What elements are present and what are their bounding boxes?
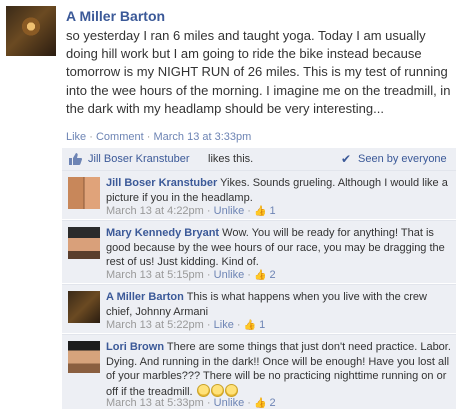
thumbs-up-icon: 👍 bbox=[243, 320, 257, 331]
comment: Mary Kennedy Bryant Wow. You will be rea… bbox=[62, 220, 456, 283]
comment: A Miller Barton This is what happens whe… bbox=[62, 284, 456, 333]
feed-post: A Miller Barton so yesterday I ran 6 mil… bbox=[0, 0, 459, 409]
comment-link[interactable]: Comment bbox=[96, 131, 144, 143]
comment-like-count[interactable]: 1 bbox=[259, 319, 265, 331]
comment-body: A Miller Barton This is what happens whe… bbox=[106, 290, 452, 319]
commenter-name[interactable]: Mary Kennedy Bryant bbox=[106, 227, 219, 239]
thumbs-up-icon: 👍 bbox=[254, 270, 267, 281]
separator: · bbox=[146, 131, 151, 143]
thumbs-up-icon: 👍 bbox=[254, 206, 267, 217]
commenter-avatar[interactable] bbox=[68, 177, 100, 209]
liker-name[interactable]: Jill Boser Kranstuber bbox=[88, 153, 190, 165]
comment-meta: March 13 at 5:22pm · Like · 👍 1 bbox=[106, 319, 265, 331]
unlike-link[interactable]: Unlike bbox=[214, 205, 245, 217]
comment: Jill Boser Kranstuber Yikes. Sounds grue… bbox=[62, 170, 456, 219]
unlike-link[interactable]: Unlike bbox=[214, 397, 245, 409]
comment-like-count[interactable]: 1 bbox=[270, 205, 276, 217]
commenter-avatar[interactable] bbox=[68, 227, 100, 259]
commenter-avatar[interactable] bbox=[68, 291, 100, 323]
laughing-emoji-icon bbox=[196, 383, 210, 397]
separator: · bbox=[206, 397, 211, 409]
comment-meta: March 13 at 5:15pm · Unlike · 👍 2 bbox=[106, 269, 276, 281]
comment-time[interactable]: March 13 at 5:33pm bbox=[106, 397, 204, 409]
comment-time[interactable]: March 13 at 5:22pm bbox=[106, 319, 204, 331]
post-author[interactable]: A Miller Barton bbox=[66, 8, 165, 24]
separator: · bbox=[206, 269, 211, 281]
comment-time[interactable]: March 13 at 5:15pm bbox=[106, 269, 204, 281]
laughing-emoji-icon bbox=[224, 383, 238, 397]
comment-body: Lori Brown There are some things that ju… bbox=[106, 340, 452, 399]
commenter-name[interactable]: Jill Boser Kranstuber bbox=[106, 177, 217, 189]
comment-body: Jill Boser Kranstuber Yikes. Sounds grue… bbox=[106, 176, 452, 205]
separator: · bbox=[247, 397, 251, 409]
commenter-name[interactable]: Lori Brown bbox=[106, 341, 164, 353]
post-message: so yesterday I ran 6 miles and taught yo… bbox=[66, 28, 451, 116]
separator: · bbox=[206, 319, 211, 331]
commenter-name[interactable]: A Miller Barton bbox=[106, 291, 184, 303]
comment-meta: March 13 at 5:33pm · Unlike · 👍 2 bbox=[106, 397, 276, 409]
comment-body: Mary Kennedy Bryant Wow. You will be rea… bbox=[106, 226, 452, 270]
post-meta: Like · Comment · March 13 at 3:33pm bbox=[66, 131, 251, 143]
author-avatar[interactable] bbox=[6, 6, 56, 56]
unlike-link[interactable]: Unlike bbox=[214, 269, 245, 281]
like-link[interactable]: Like bbox=[214, 319, 234, 331]
comment-time[interactable]: March 13 at 4:22pm bbox=[106, 205, 204, 217]
separator: · bbox=[236, 319, 241, 331]
like-link[interactable]: Like bbox=[66, 131, 86, 143]
separator: · bbox=[247, 269, 251, 281]
separator: · bbox=[89, 131, 93, 143]
laughing-emoji-icon bbox=[210, 383, 224, 397]
thumbs-up-icon: 👍 bbox=[254, 398, 267, 409]
thumbs-up-icon bbox=[68, 153, 83, 168]
seen-by-everyone[interactable]: Seen by everyone bbox=[358, 153, 447, 165]
commenter-avatar[interactable] bbox=[68, 341, 100, 373]
post-timestamp[interactable]: March 13 at 3:33pm bbox=[153, 131, 251, 143]
comment: Lori Brown There are some things that ju… bbox=[62, 334, 456, 409]
comment-meta: March 13 at 4:22pm · Unlike · 👍 1 bbox=[106, 205, 276, 217]
checkmark-icon: ✔ bbox=[341, 152, 352, 166]
separator: · bbox=[247, 205, 251, 217]
likes-bar: Jill Boser Kranstuber likes this. ✔ Seen… bbox=[62, 148, 456, 170]
likes-text: likes this. bbox=[208, 153, 254, 165]
separator: · bbox=[206, 205, 211, 217]
comment-like-count[interactable]: 2 bbox=[270, 397, 276, 409]
comment-like-count[interactable]: 2 bbox=[270, 269, 276, 281]
